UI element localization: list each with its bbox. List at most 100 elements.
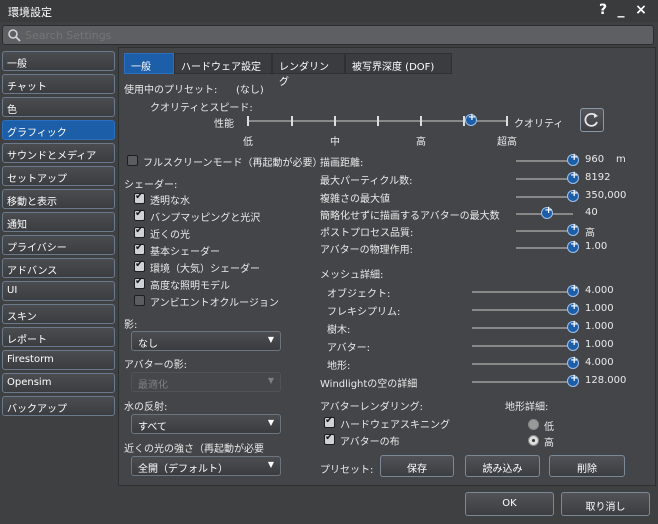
cancel-button[interactable]: 取り消し — [561, 492, 650, 516]
shader-checkbox[interactable] — [134, 295, 145, 306]
minimize-button[interactable]: _ — [614, 2, 628, 18]
slider-track — [472, 291, 573, 293]
shader-checkbox[interactable] — [134, 225, 145, 238]
shader-label: 透明な水 — [150, 196, 190, 207]
load-preset-button[interactable]: 読み込み — [465, 455, 540, 477]
mesh-label: オブジェクト: — [327, 289, 391, 300]
shadows-label: 影: — [124, 320, 138, 331]
avatar-shadows-label: アバターの影: — [124, 360, 187, 371]
tab[interactable]: レンダリング — [272, 53, 345, 88]
avatar-render-label: ハードウェアスキニング — [340, 420, 450, 431]
sidebar-item[interactable]: 通知 — [2, 212, 115, 232]
slider-knob[interactable] — [567, 301, 579, 315]
tab[interactable]: 被写界深度 (DOF) — [345, 53, 452, 74]
preset-value: (なし) — [236, 85, 264, 96]
mesh-title: メッシュ詳細: — [320, 270, 384, 281]
close-button[interactable]: × — [634, 2, 648, 18]
mesh-label: アバター: — [327, 343, 370, 354]
sidebar-item[interactable]: セットアップ — [2, 166, 115, 186]
sidebar-item[interactable]: Firestorm — [2, 350, 115, 370]
fullscreen-checkbox[interactable] — [127, 155, 138, 166]
shader-checkbox[interactable] — [134, 208, 145, 221]
shader-checkbox[interactable] — [134, 191, 145, 204]
sidebar-item[interactable]: 移動と表示 — [2, 189, 115, 209]
slider-knob[interactable] — [567, 239, 579, 253]
slider-knob[interactable] — [567, 152, 579, 166]
sidebar-item[interactable]: プライバシー — [2, 235, 115, 255]
refresh-icon — [584, 112, 598, 127]
mesh-label: 地形: — [327, 361, 351, 372]
shadows-dropdown[interactable]: なし ▼ — [131, 331, 281, 351]
window-title: 環境設定 — [8, 6, 52, 19]
quality-tick — [334, 116, 336, 126]
sidebar-item[interactable]: レポート — [2, 327, 115, 347]
mesh-value: 4.000 — [585, 285, 614, 296]
water-dropdown[interactable]: すべて ▼ — [131, 414, 281, 434]
terrain-radio[interactable] — [528, 419, 539, 430]
save-preset-button[interactable]: 保存 — [380, 455, 454, 477]
slider-knob[interactable] — [567, 188, 579, 202]
quality-right-label: クオリティ — [514, 119, 564, 130]
slider-knob[interactable] — [567, 170, 579, 184]
mesh-value: 128.000 — [585, 375, 627, 386]
delete-preset-button[interactable]: 削除 — [549, 455, 625, 477]
slider-knob[interactable] — [567, 222, 579, 236]
slider-knob[interactable] — [567, 319, 579, 333]
presets-label: プリセット: — [320, 465, 374, 476]
quality-tick — [506, 116, 508, 126]
setting-label: 最大パーティクル数: — [320, 176, 413, 187]
quality-tick — [420, 116, 422, 126]
sidebar-item[interactable]: 色 — [2, 97, 115, 117]
sidebar-item[interactable]: Opensim — [2, 373, 115, 393]
search-box — [2, 25, 654, 45]
sidebar-item[interactable]: アドバンス — [2, 258, 115, 278]
chevron-down-icon: ▼ — [267, 376, 274, 385]
avatar-render-label: アバターの布 — [340, 437, 400, 448]
quality-tick-label: 低 — [243, 137, 253, 148]
setting-label: 簡略化せずに描画するアバターの最大数 — [320, 211, 500, 222]
slider-knob[interactable] — [567, 337, 579, 351]
chevron-down-icon: ▼ — [267, 335, 274, 344]
mesh-value: 1.000 — [585, 303, 614, 314]
sidebar-item[interactable]: スキン — [2, 304, 115, 324]
ok-button[interactable]: OK — [465, 492, 554, 516]
sidebar-item[interactable]: グラフィック — [2, 120, 115, 140]
shader-label: 高度な照明モデル — [150, 281, 230, 292]
tab[interactable]: ハードウェア設定 — [174, 53, 272, 74]
water-label: 水の反射: — [124, 402, 168, 413]
sidebar-item[interactable]: バックアップ — [2, 396, 115, 416]
shader-label: アンビエントオクルージョン — [150, 298, 279, 309]
mesh-label: 樹木: — [327, 325, 351, 336]
setting-label: ポストプロセス品質: — [320, 228, 414, 239]
search-input[interactable] — [23, 27, 643, 43]
avatar-render-checkbox[interactable] — [324, 432, 335, 445]
shader-checkbox[interactable] — [134, 259, 145, 272]
slider-knob[interactable] — [567, 355, 579, 369]
water-value: すべて — [138, 422, 167, 433]
fullscreen-label: フルスクリーンモード（再起動が必要） — [143, 158, 323, 169]
sidebar-item[interactable]: 一般 — [2, 51, 115, 71]
shader-checkbox[interactable] — [134, 276, 145, 289]
sidebar-item[interactable]: UI — [2, 281, 115, 301]
slider-knob[interactable] — [567, 283, 579, 297]
help-button[interactable]: ? — [596, 2, 610, 18]
slider-track — [516, 247, 573, 249]
quality-knob[interactable] — [464, 112, 477, 126]
nearby-light-value: 全開（デフォルト） — [138, 464, 228, 475]
quality-tick-label: 超高 — [497, 137, 517, 148]
sidebar-item[interactable]: チャット — [2, 74, 115, 94]
shader-checkbox[interactable] — [134, 242, 145, 255]
nearby-light-label: 近くの光の強さ（再起動が必要 — [124, 444, 264, 455]
chevron-down-icon: ▼ — [267, 460, 274, 469]
terrain-radio[interactable] — [528, 435, 539, 446]
slider-track — [516, 178, 573, 180]
shadows-value: なし — [138, 339, 158, 350]
sidebar-item[interactable]: サウンドとメディア — [2, 143, 115, 163]
avatar-render-checkbox[interactable] — [324, 415, 335, 428]
quality-tick-label: 高 — [416, 137, 426, 148]
reset-quality-button[interactable] — [580, 108, 604, 132]
nearby-light-dropdown[interactable]: 全開（デフォルト） ▼ — [131, 456, 281, 476]
slider-knob[interactable] — [567, 373, 579, 387]
slider-track — [472, 327, 573, 329]
tab[interactable]: 一般 — [124, 53, 174, 74]
